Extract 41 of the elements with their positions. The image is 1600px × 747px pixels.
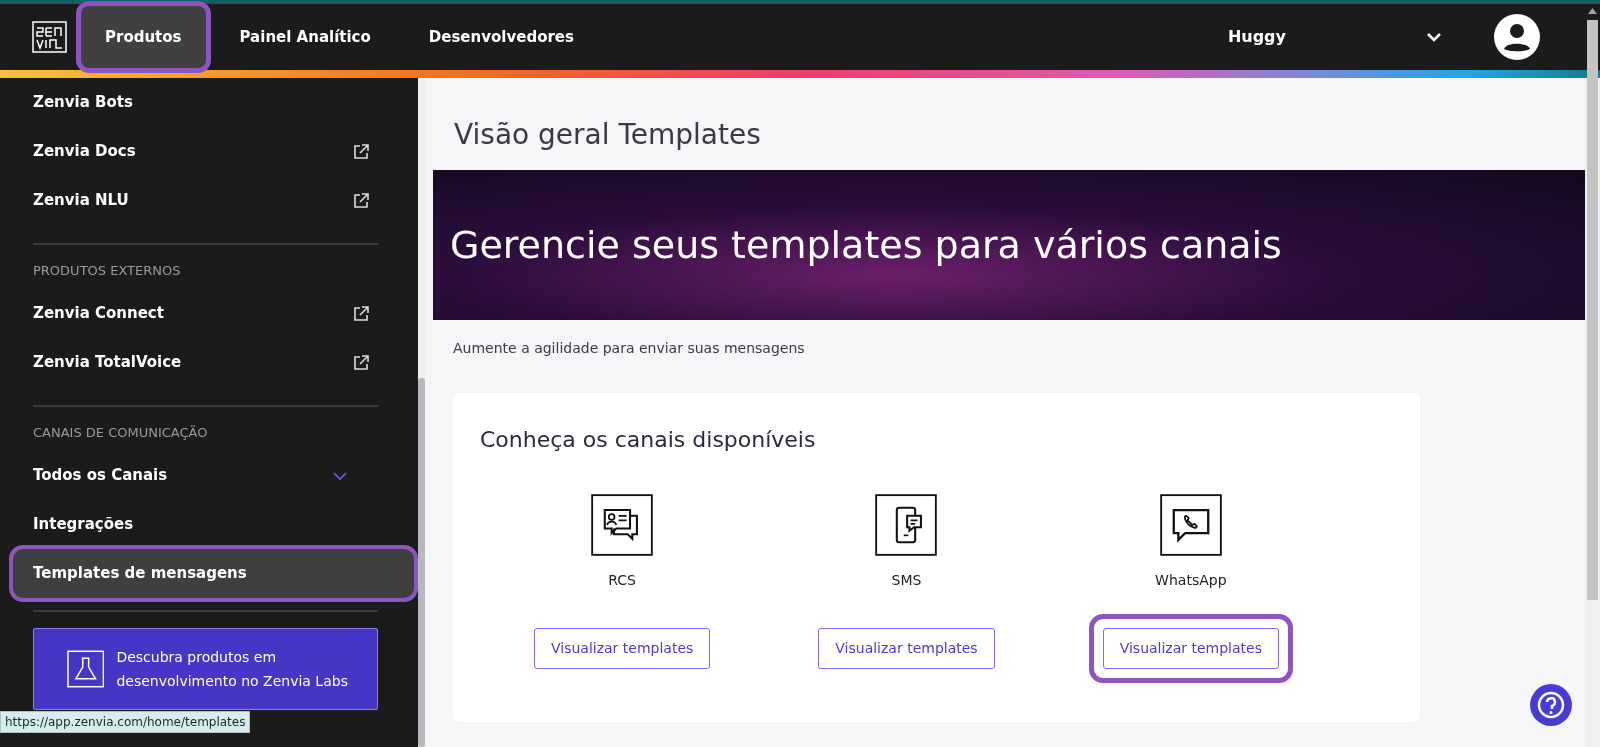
view-templates-button[interactable]: Visualizar templates xyxy=(1102,628,1279,669)
flask-icon xyxy=(67,650,105,688)
sidebar-item[interactable]: Zenvia NLU xyxy=(33,176,378,225)
scrollbar-thumb[interactable] xyxy=(418,378,425,747)
external-link-icon xyxy=(352,191,370,210)
status-url: https://app.zenvia.com/home/templates xyxy=(0,711,251,733)
section-heading: PRODUTOS EXTERNOS xyxy=(33,262,182,280)
page-title: Visão geral Templates xyxy=(453,117,762,153)
view-templates-button[interactable]: Visualizar templates xyxy=(534,628,711,669)
logo-icon xyxy=(32,21,67,53)
section-heading: CANAIS DE COMUNICAÇÃO xyxy=(33,424,209,442)
channel-name: WhatsApp xyxy=(1155,571,1227,590)
nav-tab[interactable]: Desenvolvedores xyxy=(404,6,598,68)
sidebar-item[interactable]: Integrações xyxy=(33,500,378,549)
hero-banner: Gerencie seus templates para vários canais xyxy=(433,170,1585,320)
sidebar-item[interactable]: Zenvia Bots xyxy=(33,78,378,127)
sidebar-item[interactable]: Zenvia TotalVoice xyxy=(33,338,378,387)
sms-channel-icon xyxy=(875,494,938,556)
avatar-icon[interactable] xyxy=(1494,14,1540,60)
sidebar-item[interactable]: Zenvia Connect xyxy=(33,289,378,338)
view-templates-button[interactable]: Visualizar templates xyxy=(818,628,995,669)
sidebar-item[interactable]: Todos os Canais xyxy=(33,451,378,500)
account-name: Huggy xyxy=(1227,26,1286,48)
labs-banner[interactable]: Descubra produtos em desenvolvimento no Zenvia Labs xyxy=(33,628,378,710)
page-subtitle: Aumente a agilidade para enviar suas mensagens xyxy=(452,339,806,358)
card-title: Conheça os canais disponíveis xyxy=(480,426,817,454)
help-button[interactable] xyxy=(1530,684,1572,726)
nav-tab[interactable]: Painel Analítico xyxy=(215,6,395,68)
chevron-down-icon[interactable] xyxy=(1426,32,1442,42)
whatsapp-channel-icon xyxy=(1159,494,1222,556)
rcs-channel-icon xyxy=(591,494,654,556)
channel-name: RCS xyxy=(608,571,636,590)
external-link-icon xyxy=(352,353,370,372)
external-link-icon xyxy=(352,304,370,323)
scroll-up-icon[interactable] xyxy=(1588,8,1597,14)
scrollbar-thumb[interactable] xyxy=(1587,20,1598,600)
sidebar-item[interactable]: Zenvia Docs xyxy=(33,127,378,176)
channel-name: SMS xyxy=(891,571,922,590)
help-icon xyxy=(1537,691,1565,719)
external-link-icon xyxy=(352,142,370,161)
chevron-icon[interactable] xyxy=(332,470,348,481)
